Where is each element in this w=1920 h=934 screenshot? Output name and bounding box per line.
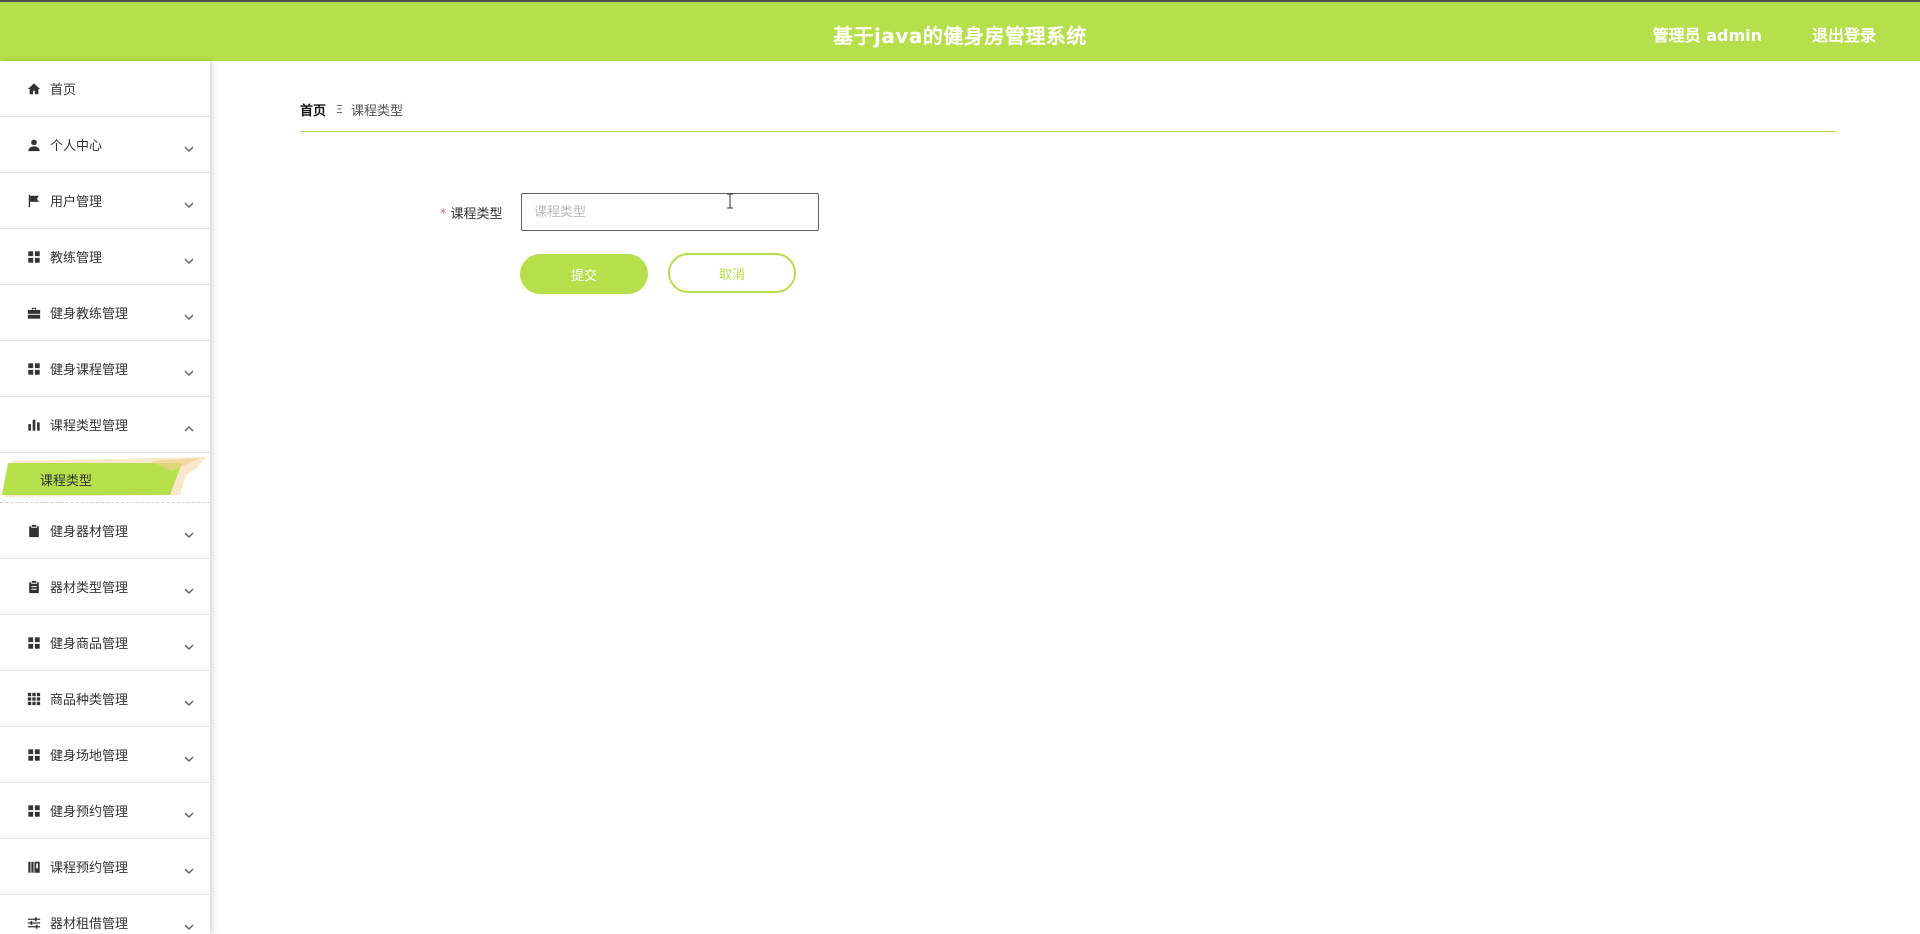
- logout-link[interactable]: 退出登录: [1812, 22, 1876, 46]
- grid-icon: [26, 361, 42, 377]
- sidebar-item-fitness-coach-management[interactable]: 健身教练管理: [0, 285, 210, 341]
- sidebar-subitem-label: 课程类型: [40, 474, 93, 489]
- grid-icon: [26, 635, 42, 651]
- sidebar-item-label: 用户管理: [50, 195, 103, 210]
- sidebar-item-home[interactable]: 首页: [0, 61, 210, 117]
- sidebar-item-label: 课程类型管理: [50, 419, 129, 434]
- sidebar-item-fitness-course-management[interactable]: 健身课程管理: [0, 341, 210, 397]
- sidebar-item-label: 健身课程管理: [50, 363, 129, 378]
- sidebar-subitem-course-type[interactable]: 课程类型: [0, 453, 210, 503]
- cancel-button[interactable]: 取消: [668, 253, 796, 293]
- sidebar-item-label: 健身场地管理: [50, 749, 129, 764]
- top-bar: 基于java的健身房管理系统 管理员 admin 退出登录: [0, 0, 1920, 61]
- app-title: 基于java的健身房管理系统: [833, 24, 1087, 48]
- chevron-down-icon: [184, 637, 194, 651]
- sidebar-item-label: 器材类型管理: [50, 581, 129, 596]
- sidebar-item-equipment-management[interactable]: 健身器材管理: [0, 503, 210, 559]
- grid-icon: [26, 803, 42, 819]
- sidebar: 首页 个人中心 用户管理 教练管理 健身教练管理 健身课程管理 课程类型管理 课…: [0, 61, 210, 934]
- sidebar-item-course-type-management[interactable]: 课程类型管理: [0, 397, 210, 453]
- chevron-down-icon: [184, 307, 194, 321]
- clipboard-icon: [26, 579, 42, 595]
- sidebar-item-user-management[interactable]: 用户管理: [0, 173, 210, 229]
- sidebar-item-label: 课程预约管理: [50, 861, 129, 876]
- chevron-down-icon: [184, 861, 194, 875]
- book-icon: [26, 859, 42, 875]
- sidebar-item-label: 健身教练管理: [50, 307, 129, 322]
- sidebar-item-label: 个人中心: [50, 139, 103, 154]
- grid-3x3-icon: [26, 691, 42, 707]
- breadcrumb-current: 课程类型: [350, 104, 403, 119]
- sidebar-item-fitness-venue-management[interactable]: 健身场地管理: [0, 727, 210, 783]
- chevron-down-icon: [184, 363, 194, 377]
- sidebar-item-label: 首页: [50, 83, 77, 98]
- chevron-down-icon: [184, 805, 194, 819]
- current-user-label: 管理员 admin: [1652, 26, 1762, 45]
- active-highlight-brush: [2, 457, 206, 497]
- breadcrumb-home[interactable]: 首页: [300, 100, 326, 119]
- sidebar-item-equipment-rental-management[interactable]: 器材租借管理: [0, 895, 210, 934]
- chevron-down-icon: [184, 525, 194, 539]
- course-type-label: * 课程类型: [440, 203, 503, 222]
- sidebar-item-goods-category-management[interactable]: 商品种类管理: [0, 671, 210, 727]
- submit-button[interactable]: 提交: [520, 254, 648, 294]
- sidebar-item-personal-center[interactable]: 个人中心: [0, 117, 210, 173]
- sidebar-item-label: 健身商品管理: [50, 637, 129, 652]
- course-type-input[interactable]: [521, 193, 819, 231]
- flag-icon: [26, 193, 42, 209]
- sidebar-item-course-reservation-management[interactable]: 课程预约管理: [0, 839, 210, 895]
- breadcrumb-separator: Ξ: [336, 103, 343, 116]
- chevron-down-icon: [184, 693, 194, 707]
- chevron-down-icon: [184, 581, 194, 595]
- sliders-icon: [26, 915, 42, 931]
- required-mark: *: [440, 207, 447, 222]
- course-type-label-text: 课程类型: [450, 207, 503, 222]
- user-icon: [26, 137, 42, 153]
- grid-icon: [26, 747, 42, 763]
- chevron-down-icon: [184, 195, 194, 209]
- briefcase-icon: [26, 305, 42, 321]
- home-icon: [26, 81, 42, 97]
- sidebar-item-label: 教练管理: [50, 251, 103, 266]
- chevron-down-icon: [184, 139, 194, 153]
- bar-chart-icon: [26, 417, 42, 433]
- breadcrumb: 首页 Ξ 课程类型: [300, 100, 403, 119]
- sidebar-item-coach-management[interactable]: 教练管理: [0, 229, 210, 285]
- sidebar-item-label: 健身预约管理: [50, 805, 129, 820]
- chevron-down-icon: [184, 251, 194, 265]
- sidebar-item-fitness-reservation-management[interactable]: 健身预约管理: [0, 783, 210, 839]
- text-cursor-icon: [727, 193, 733, 209]
- sidebar-item-label: 器材租借管理: [50, 917, 129, 932]
- breadcrumb-divider: [300, 131, 1836, 132]
- chevron-down-icon: [184, 917, 194, 931]
- chevron-up-icon: [184, 419, 194, 432]
- clipboard-check-icon: [26, 523, 42, 539]
- sidebar-item-label: 商品种类管理: [50, 693, 129, 708]
- grid-icon: [26, 249, 42, 265]
- sidebar-item-fitness-goods-management[interactable]: 健身商品管理: [0, 615, 210, 671]
- chevron-down-icon: [184, 749, 194, 763]
- sidebar-item-equipment-type-management[interactable]: 器材类型管理: [0, 559, 210, 615]
- sidebar-item-label: 健身器材管理: [50, 525, 129, 540]
